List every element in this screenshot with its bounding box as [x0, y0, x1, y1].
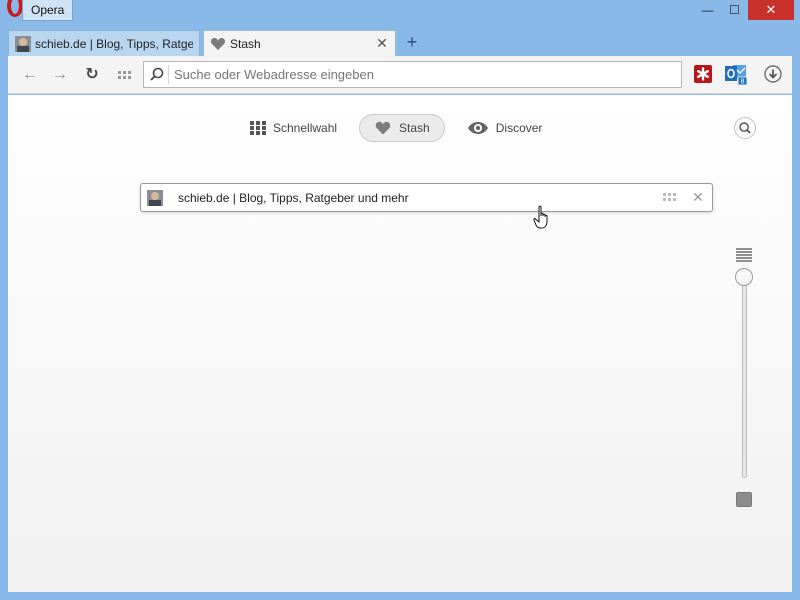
stash-page: Schnellwahl Stash Discover schieb.de | B…: [8, 95, 792, 592]
address-bar[interactable]: [143, 61, 682, 88]
navigation-toolbar: ← → ↻ Suche oder Webadresse eingeben 8: [8, 56, 792, 94]
reload-button[interactable]: ↻: [82, 65, 102, 85]
zoom-slider[interactable]: [733, 248, 755, 508]
search-icon: [150, 67, 164, 81]
title-bar: Opera — ☐ ✕: [0, 0, 800, 24]
page-search-icon[interactable]: [734, 117, 756, 139]
tab-label: Stash: [230, 36, 261, 51]
address-input[interactable]: [174, 64, 674, 85]
nav-label: Schnellwahl: [273, 121, 338, 135]
drag-handle-icon[interactable]: [663, 193, 677, 203]
speed-dial-grid-icon[interactable]: [115, 65, 135, 85]
zoom-slider-track[interactable]: [742, 278, 747, 478]
tab-label: schieb.de | Blog, Tipps, Ratgeber: [35, 36, 193, 51]
browser-window: Opera — ☐ ✕ schieb.de | Blog, Tipps, Rat…: [0, 0, 800, 600]
heart-icon: [375, 121, 391, 135]
tab-stash[interactable]: Stash ✕: [203, 30, 396, 56]
zoom-slider-handle[interactable]: [735, 268, 753, 286]
tab-close-button[interactable]: ✕: [375, 35, 389, 52]
lastpass-extension-icon[interactable]: [693, 64, 713, 84]
opera-menu-button[interactable]: Opera: [22, 0, 74, 21]
tab-strip: schieb.de | Blog, Tipps, Ratgeber Stash …: [0, 28, 800, 56]
grid-icon: [250, 121, 266, 135]
close-window-button[interactable]: ✕: [748, 0, 794, 20]
stash-item-title[interactable]: schieb.de | Blog, Tipps, Ratgeber und me…: [178, 191, 409, 205]
download-icon[interactable]: [763, 64, 783, 84]
new-tab-button[interactable]: +: [402, 32, 422, 52]
outlook-badge: 8: [740, 78, 744, 86]
outlook-extension-icon[interactable]: 8: [724, 62, 748, 86]
speed-dial-nav: Schnellwahl Stash Discover: [238, 113, 564, 143]
hand-cursor-icon: [533, 205, 548, 229]
avatar-favicon-icon: [15, 35, 31, 52]
remove-stash-item-button[interactable]: ✕: [690, 189, 706, 205]
nav-stash[interactable]: Stash: [359, 114, 445, 142]
nav-discover[interactable]: Discover: [455, 114, 555, 142]
back-button[interactable]: ←: [20, 65, 40, 85]
avatar-favicon-icon: [147, 190, 163, 206]
list-view-icon[interactable]: [736, 248, 752, 262]
heart-icon: [210, 37, 226, 50]
window-controls: — ☐ ✕: [694, 0, 794, 20]
eye-icon: [467, 122, 488, 134]
nav-label: Stash: [399, 121, 430, 135]
maximize-button[interactable]: ☐: [721, 0, 748, 20]
large-thumbnail-icon[interactable]: [736, 492, 752, 507]
nav-label: Discover: [495, 121, 543, 135]
forward-button[interactable]: →: [50, 65, 70, 85]
tab-schieb[interactable]: schieb.de | Blog, Tipps, Ratgeber: [8, 30, 200, 56]
stash-item[interactable]: schieb.de | Blog, Tipps, Ratgeber und me…: [140, 183, 713, 212]
nav-schnellwahl[interactable]: Schnellwahl: [238, 114, 349, 142]
minimize-button[interactable]: —: [694, 0, 721, 20]
address-bar-separator: [168, 65, 169, 84]
